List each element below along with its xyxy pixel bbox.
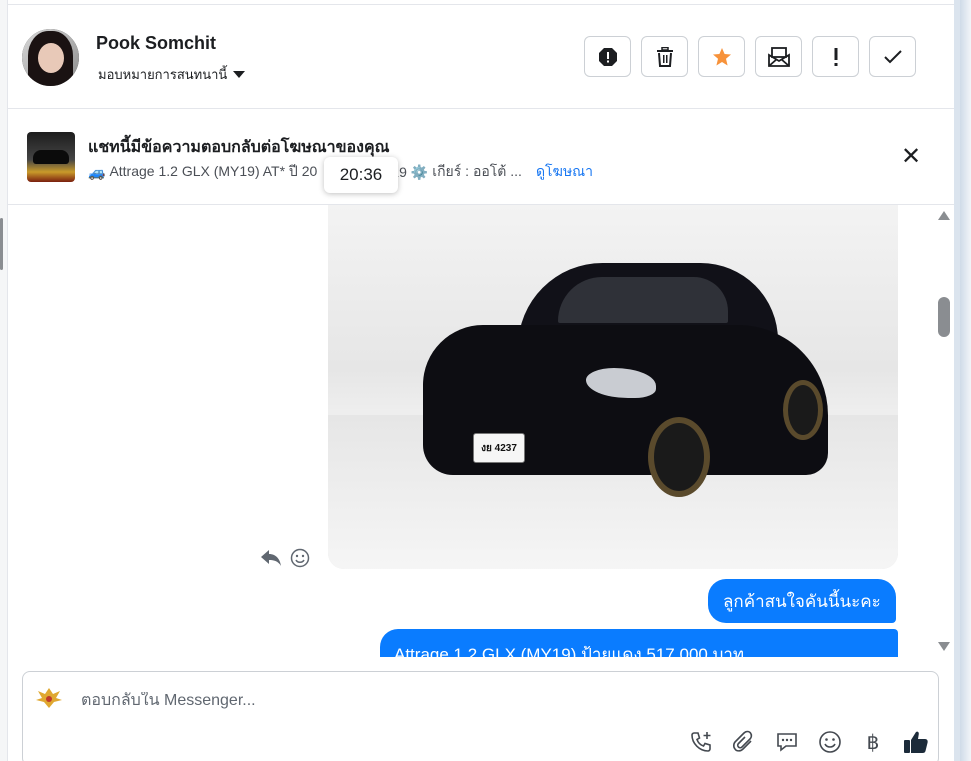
composer-tools: ฿ (687, 728, 930, 756)
timestamp-tooltip: 20:36 (324, 157, 398, 193)
message-bubble-outgoing[interactable]: Attrage 1.2 GLX (MY19) ป้ายแดง 517,000 บ… (380, 629, 898, 657)
conversation-header: Pook Somchit มอบหมายการสนทนานี้ (8, 5, 954, 109)
scrollbar-thumb[interactable] (938, 297, 950, 337)
chevron-down-icon (233, 71, 246, 78)
alert-octagon-icon (598, 47, 617, 66)
emoji-button[interactable] (816, 728, 844, 756)
add-call-button[interactable] (687, 728, 715, 756)
star-button[interactable] (698, 36, 745, 77)
message-composer: ฿ (22, 671, 939, 761)
ad-reply-banner: แชทนี้มีข้อความตอบกลับต่อโฆษณาของคุณ 🚙 A… (8, 110, 954, 205)
delete-button[interactable] (641, 36, 688, 77)
message-photo[interactable]: งย 4237 (328, 205, 898, 569)
attach-button[interactable] (730, 728, 758, 756)
reply-icon[interactable] (260, 548, 282, 568)
exclamation-icon (834, 47, 837, 66)
scroll-up-arrow[interactable] (938, 211, 950, 220)
license-plate: งย 4237 (473, 433, 525, 463)
contact-name[interactable]: Pook Somchit (96, 33, 216, 54)
follow-up-button[interactable] (812, 36, 859, 77)
chat-bubble-icon (777, 733, 797, 752)
mark-done-button[interactable] (869, 36, 916, 77)
gear-emoji-icon: ⚙️ (410, 163, 429, 180)
payment-button[interactable]: ฿ (859, 728, 887, 756)
right-edge-panel (954, 0, 971, 761)
star-icon (712, 47, 731, 65)
spam-button[interactable] (584, 36, 631, 77)
message-thread[interactable]: งย 4237 ลูกค้าสนใจคันนี้นะคะ Attrage 1.2… (8, 205, 938, 657)
car-emoji-icon: 🚙 (88, 163, 106, 180)
ad-gear-text: เกียร์ : ออโต้ ... (432, 163, 522, 179)
like-button[interactable] (902, 728, 930, 756)
assign-label: มอบหมายการสนทนานี้ (98, 67, 228, 82)
phone-plus-icon (691, 732, 711, 752)
smiley-icon (819, 731, 841, 753)
emoji-reaction-icon[interactable] (290, 548, 310, 568)
ad-subtitle-text: Attrage 1.2 GLX (MY19) AT* ปี 20 (109, 163, 318, 179)
close-icon[interactable]: ✕ (901, 145, 921, 169)
message-bubble-outgoing[interactable]: ลูกค้าสนใจคันนี้นะคะ (708, 579, 896, 623)
ad-thumbnail[interactable] (27, 132, 75, 182)
assign-conversation-dropdown[interactable]: มอบหมายการสนทนานี้ (98, 64, 246, 85)
check-icon (883, 49, 902, 63)
thumbs-up-icon (904, 731, 928, 753)
view-ad-link[interactable]: ดูโฆษณา (536, 161, 593, 183)
paperclip-icon (732, 730, 753, 752)
saved-replies-button[interactable] (773, 728, 801, 756)
scroll-down-arrow[interactable] (938, 642, 950, 651)
header-actions (584, 36, 916, 77)
mark-unread-button[interactable] (755, 36, 802, 77)
envelope-icon (767, 46, 790, 67)
left-resize-handle[interactable] (0, 218, 3, 270)
message-actions (260, 548, 310, 568)
trash-icon (656, 46, 673, 67)
avatar[interactable] (22, 29, 79, 86)
page-logo-icon (36, 688, 62, 708)
left-edge-panel (0, 0, 8, 761)
reply-input[interactable] (81, 692, 581, 710)
